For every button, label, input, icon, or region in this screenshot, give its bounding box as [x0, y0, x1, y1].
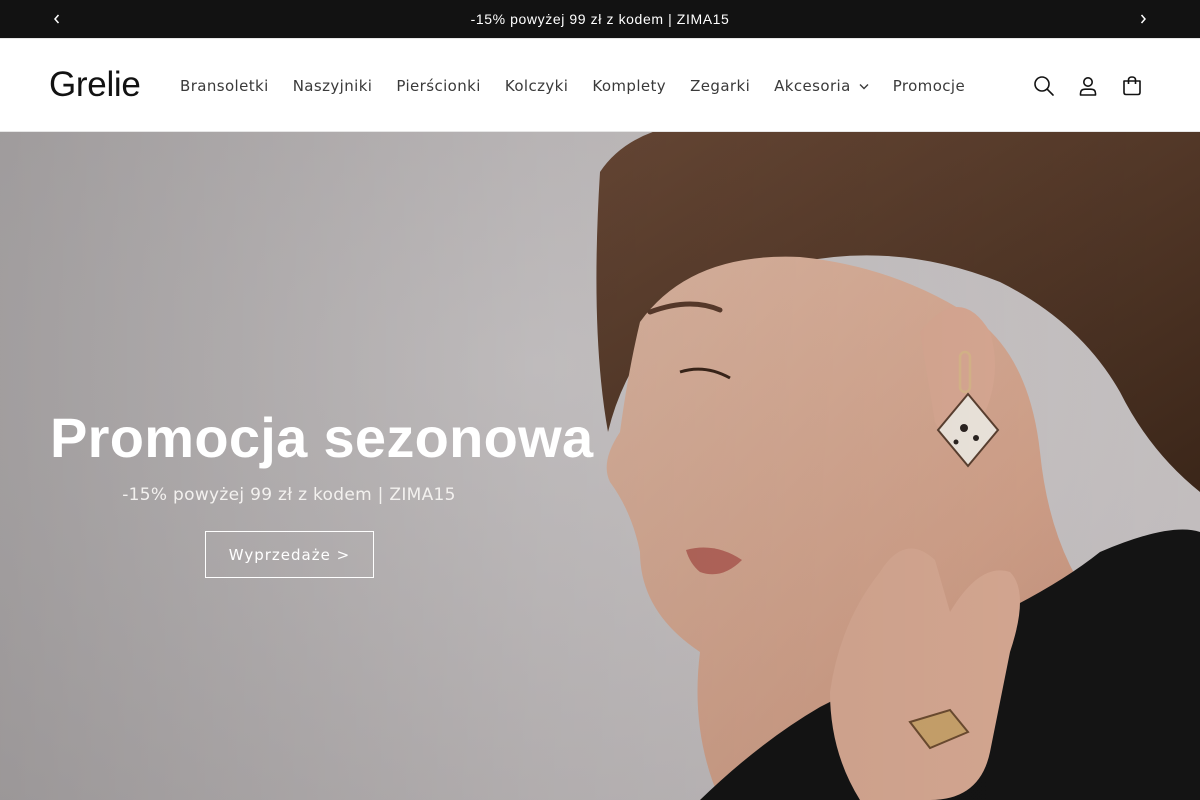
account-button[interactable] [1066, 64, 1110, 108]
cart-icon [1123, 76, 1141, 96]
nav-item-bransoletki[interactable]: Bransoletki [168, 77, 281, 95]
nav-item-label: Komplety [592, 77, 667, 95]
announcement-next-button[interactable] [1123, 0, 1163, 38]
nav-item-naszyjniki[interactable]: Naszyjniki [281, 77, 385, 95]
search-icon [1034, 76, 1054, 96]
site-header: Grelie Bransoletki Naszyjniki Pierścionk… [0, 38, 1200, 132]
cart-button[interactable] [1110, 64, 1154, 108]
account-icon [1079, 77, 1097, 96]
main-nav: Bransoletki Naszyjniki Pierścionki Kolcz… [168, 73, 977, 99]
chevron-right-icon [1140, 14, 1146, 24]
nav-item-label: Akcesoria [774, 77, 851, 95]
hero-subtitle: -15% powyżej 99 zł z kodem | ZIMA15 [122, 485, 456, 505]
nav-item-label: Kolczyki [504, 77, 569, 95]
nav-item-akcesoria[interactable]: Akcesoria [762, 77, 881, 95]
hero-banner: Promocja sezonowa -15% powyżej 99 zł z k… [0, 132, 1200, 800]
search-button[interactable] [1022, 64, 1066, 108]
nav-item-komplety[interactable]: Komplety [580, 77, 678, 95]
header-icons [1022, 64, 1154, 108]
nav-item-label: Naszyjniki [292, 77, 373, 95]
nav-item-zegarki[interactable]: Zegarki [678, 77, 762, 95]
nav-item-pierscionki[interactable]: Pierścionki [384, 77, 492, 95]
announcement-bar: -15% powyżej 99 zł z kodem | ZIMA15 [0, 0, 1200, 38]
announcement-text: -15% powyżej 99 zł z kodem | ZIMA15 [470, 11, 730, 27]
chevron-down-icon [859, 83, 869, 90]
nav-item-label: Bransoletki [180, 77, 269, 95]
hero-title: Promocja sezonowa [50, 406, 594, 469]
sale-button[interactable]: Wyprzedaże > [205, 531, 374, 578]
nav-item-promocje[interactable]: Promocje [881, 77, 977, 95]
nav-item-label: Promocje [892, 77, 966, 95]
site-logo[interactable]: Grelie [49, 65, 141, 105]
nav-item-label: Pierścionki [396, 77, 481, 95]
chevron-left-icon [54, 14, 60, 24]
nav-item-kolczyki[interactable]: Kolczyki [493, 77, 581, 95]
announcement-prev-button[interactable] [37, 0, 77, 38]
nav-item-label: Zegarki [690, 77, 751, 95]
